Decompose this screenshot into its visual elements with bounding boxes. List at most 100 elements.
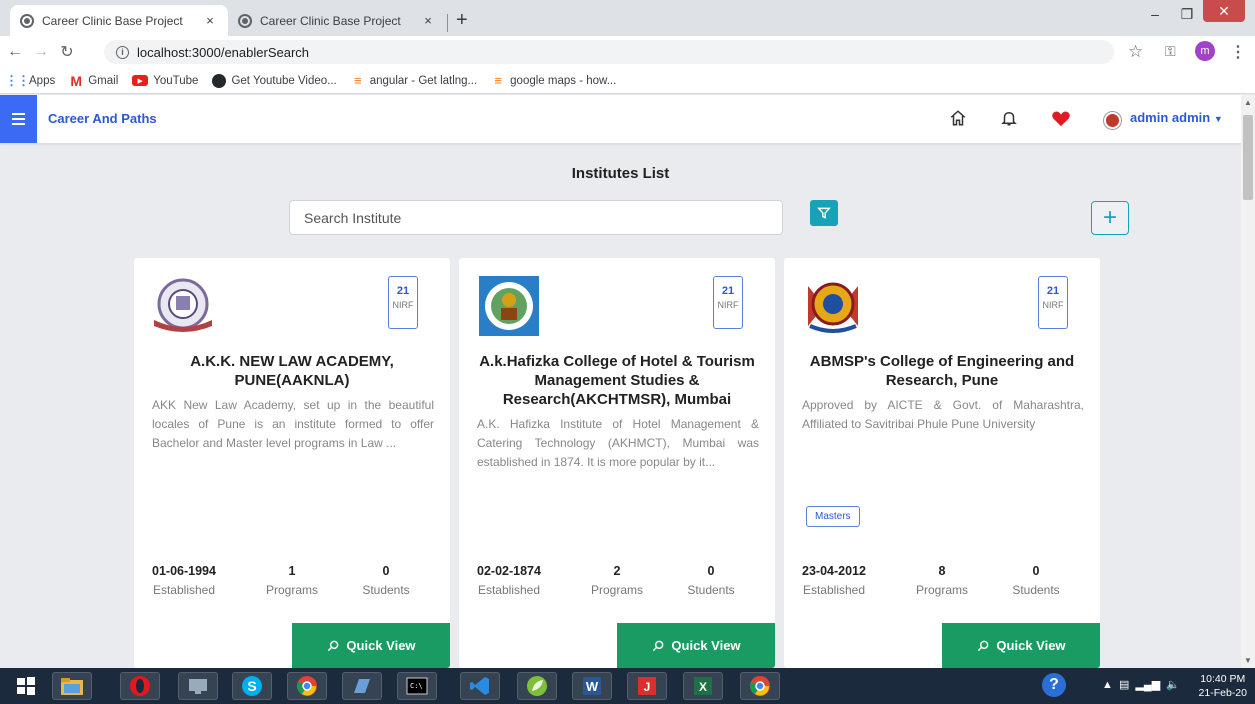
scroll-up-icon[interactable]: ▲ <box>1244 98 1252 107</box>
excel-icon[interactable]: X <box>683 672 723 700</box>
stat-programs: 2 Programs <box>571 564 663 597</box>
bookmark-github[interactable]: Get Youtube Video... <box>212 73 337 88</box>
stat-value: 0 <box>707 564 715 578</box>
browser-tab-1[interactable]: Career Clinic Base Project × <box>10 5 228 36</box>
bookmark-youtube[interactable]: ▶ YouTube <box>132 75 198 87</box>
quick-view-button[interactable]: Quick View <box>292 623 450 668</box>
institute-description: A.K. Hafizka Institute of Hotel Manageme… <box>477 417 759 469</box>
hamburger-menu-button[interactable] <box>0 95 37 143</box>
stat-label: Established <box>802 583 866 597</box>
tab-title: Career Clinic Base Project <box>42 13 183 28</box>
quick-view-label: Quick View <box>346 638 416 653</box>
minimize-button[interactable]: – <box>1140 0 1170 28</box>
clock-date: 21-Feb-20 <box>1198 687 1247 699</box>
bookmark-apps[interactable]: ⋮⋮ Apps <box>5 72 55 88</box>
stat-students: 0 Students <box>990 564 1082 597</box>
search-input[interactable] <box>289 200 783 235</box>
help-icon[interactable]: ? <box>1042 673 1066 697</box>
svg-text:C:\: C:\ <box>410 682 423 690</box>
acrobat-icon[interactable]: J <box>627 672 667 700</box>
browser-tab-2[interactable]: Career Clinic Base Project × <box>228 5 446 36</box>
user-name: admin admin <box>1130 110 1211 125</box>
menu-dots-icon[interactable]: ⋮ <box>1230 42 1246 62</box>
quick-view-button[interactable]: Quick View <box>617 623 775 668</box>
search-icon <box>328 640 339 651</box>
tab-close-icon[interactable]: × <box>202 13 218 28</box>
globe-icon <box>20 13 34 28</box>
bookmark-label: Get Youtube Video... <box>231 74 337 87</box>
institute-title[interactable]: A.k.Hafizka College of Hotel & Tourism M… <box>479 352 755 409</box>
page-scrollbar[interactable]: ▲ ▼ <box>1241 95 1255 668</box>
bookmarks-bar: ⋮⋮ Apps M Gmail ▶ YouTube Get Youtube Vi… <box>0 68 1255 94</box>
bookmark-label: google maps - how... <box>510 74 617 87</box>
bookmark-gmail[interactable]: M Gmail <box>69 72 118 89</box>
stat-value: 02-02-1874 <box>477 564 541 578</box>
scroll-down-icon[interactable]: ▼ <box>1244 656 1252 665</box>
stat-value: 2 <box>613 564 621 578</box>
brand-title[interactable]: Career And Paths <box>48 111 157 126</box>
window-close-button[interactable]: ✕ <box>1203 0 1245 22</box>
stat-label: Established <box>477 583 541 597</box>
stat-label: Students <box>1012 583 1060 597</box>
stat-value: 23-04-2012 <box>802 564 866 578</box>
chrome-icon[interactable] <box>287 672 327 700</box>
stat-programs: 1 Programs <box>246 564 338 597</box>
file-explorer-icon[interactable] <box>52 672 92 700</box>
stat-established: 23-04-2012 Established <box>788 564 880 597</box>
key-icon[interactable]: ⚿ <box>1165 43 1176 60</box>
institute-description: AKK New Law Academy, set up in the beaut… <box>152 398 434 450</box>
svg-text:W: W <box>586 679 599 694</box>
nirf-label: NIRF <box>717 300 739 310</box>
institute-card: 21 NIRF A.k.Hafizka College of Hotel & T… <box>459 258 775 668</box>
taskbar-clock[interactable]: 10:40 PM 21-Feb-20 <box>1199 672 1247 700</box>
opera-icon[interactable] <box>120 672 160 700</box>
profile-avatar[interactable]: m <box>1195 41 1215 61</box>
stat-value: 01-06-1994 <box>152 564 216 578</box>
nirf-rank: 21 <box>396 285 410 297</box>
avatar[interactable] <box>1104 112 1121 129</box>
heart-icon[interactable] <box>1051 109 1071 127</box>
stat-label: Programs <box>265 583 318 597</box>
institute-title[interactable]: ABMSP's College of Engineering and Resea… <box>804 352 1080 390</box>
bell-icon[interactable] <box>1000 108 1018 128</box>
add-institute-button[interactable]: + <box>1091 201 1129 235</box>
app-header: Career And Paths admin admin ▼ <box>0 95 1241 143</box>
word-icon[interactable]: W <box>572 672 612 700</box>
system-tray-icons[interactable]: ▲ ▤ ▂▄▆ 🔈 <box>1102 678 1180 691</box>
stat-value: 0 <box>1032 564 1040 578</box>
leaf-app-icon[interactable] <box>517 672 557 700</box>
skype-icon[interactable]: S <box>232 672 272 700</box>
terminal-icon[interactable]: C:\ <box>397 672 437 700</box>
user-menu[interactable]: admin admin ▼ <box>1130 110 1223 125</box>
monitor-app-icon[interactable] <box>178 672 218 700</box>
filter-button[interactable] <box>810 200 838 226</box>
gmail-icon: M <box>70 72 83 89</box>
home-icon[interactable] <box>949 109 967 127</box>
bookmark-stackoverflow-1[interactable]: ≡ angular - Get latlng... <box>351 73 477 88</box>
windows-start-icon[interactable] <box>6 672 46 700</box>
vscode-icon[interactable] <box>460 672 500 700</box>
filter-icon <box>817 207 831 219</box>
scrollbar-thumb[interactable] <box>1243 115 1253 200</box>
search-icon <box>978 640 989 651</box>
maximize-button[interactable]: ❐ <box>1172 0 1202 28</box>
forward-icon[interactable]: → <box>30 43 52 61</box>
info-icon[interactable]: i <box>116 45 129 59</box>
reload-icon[interactable]: ↻ <box>56 42 78 62</box>
stat-value: 1 <box>288 564 296 578</box>
notes-app-icon[interactable] <box>342 672 382 700</box>
youtube-icon: ▶ <box>132 75 149 86</box>
quick-view-label: Quick View <box>671 638 741 653</box>
clock-time: 10:40 PM <box>1200 673 1246 685</box>
chrome-icon[interactable] <box>740 672 780 700</box>
back-icon[interactable]: ← <box>4 43 26 61</box>
apps-icon: ⋮⋮ <box>5 72 30 88</box>
bookmark-star-icon[interactable]: ☆ <box>1128 42 1143 62</box>
tab-close-icon[interactable]: × <box>420 13 436 28</box>
address-bar[interactable]: i localhost:3000/enablerSearch <box>104 40 1114 64</box>
bookmark-stackoverflow-2[interactable]: ≡ google maps - how... <box>491 73 617 88</box>
institute-title[interactable]: A.K.K. NEW LAW ACADEMY, PUNE(AAKNLA) <box>154 352 430 390</box>
windows-taskbar: S C:\ W J X ? ▲ ▤ ▂▄▆ 🔈 10:40 PM 21-Feb-… <box>0 668 1255 704</box>
new-tab-button[interactable]: + <box>456 10 468 30</box>
quick-view-button[interactable]: Quick View <box>942 623 1100 668</box>
